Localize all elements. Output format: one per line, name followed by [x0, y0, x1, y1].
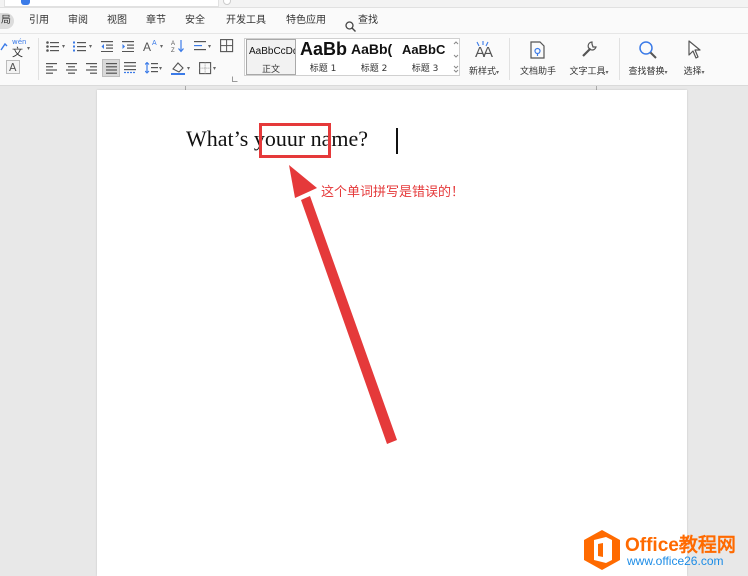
style-sample: AaBbCcDd: [249, 46, 296, 57]
line-spacing-icon[interactable]: [145, 62, 159, 74]
change-case-icon[interactable]: A A: [143, 39, 161, 53]
style-name: 正文: [261, 65, 280, 75]
title-bar: [0, 0, 748, 8]
align-center-icon[interactable]: [66, 63, 78, 74]
new-style-icon: A A: [475, 41, 493, 60]
menu-developer[interactable]: 开发工具: [226, 13, 266, 29]
sort-icon[interactable]: A Z: [171, 39, 185, 53]
cursor-arrow-icon: [688, 40, 701, 59]
magnifier-icon: [639, 41, 657, 59]
find-replace-button[interactable]: 查找替换▾: [624, 38, 672, 78]
text-before: What’s: [186, 126, 254, 151]
table-insert-icon[interactable]: [220, 39, 234, 53]
svg-text:A: A: [143, 40, 151, 53]
svg-text:Z: Z: [171, 48, 175, 53]
style-name: 标题 2: [360, 64, 388, 74]
font-color-button[interactable]: A: [6, 60, 20, 74]
clear-format-icon[interactable]: [0, 42, 8, 52]
style-name: 标题 3: [411, 64, 439, 74]
doc-assistant-label: 文档助手: [519, 67, 556, 77]
svg-text:A: A: [483, 44, 493, 60]
font-color-letter: A: [9, 61, 17, 74]
separator: [509, 38, 510, 80]
svg-text:A: A: [152, 40, 157, 47]
document-tab-icon: [21, 0, 30, 5]
logo-brand: Office教程网: [625, 530, 736, 557]
decrease-indent-icon[interactable]: [101, 41, 114, 52]
menu-chapter[interactable]: 章节: [146, 13, 166, 29]
style-heading-3[interactable]: AaBbC 标题 3: [400, 39, 450, 75]
align-justify-icon: [106, 63, 117, 74]
style-sample: AaBbC: [402, 42, 446, 57]
document-page[interactable]: [97, 90, 687, 576]
text-caret: [396, 128, 398, 154]
borders-icon[interactable]: [199, 62, 212, 75]
annotation-text: 这个单词拼写是错误的！: [321, 185, 465, 200]
styles-gallery: AaBbCcDd 正文 AaBb 标题 1 AaBb( 标题 2 AaBbC 标…: [244, 38, 460, 76]
numbered-list-icon[interactable]: [73, 41, 89, 52]
chevron-down-icon[interactable]: ▾: [89, 43, 92, 50]
menu-security[interactable]: 安全: [185, 13, 205, 29]
separator: [38, 38, 39, 80]
logo-brand-en: Office: [625, 535, 679, 556]
chevron-down-icon[interactable]: ▾: [62, 43, 65, 50]
text-tools-button[interactable]: 文字工具▾: [563, 38, 615, 78]
new-style-button[interactable]: A A 新样式▾: [463, 38, 505, 78]
paragraph-dialog-icon[interactable]: [232, 76, 238, 82]
menu-search[interactable]: 查找: [358, 13, 378, 29]
office-logo-icon: [584, 530, 620, 570]
text-tools-label: 文字工具▾: [569, 67, 609, 77]
align-left-icon[interactable]: [46, 63, 58, 74]
style-heading-2[interactable]: AaBb( 标题 2: [349, 39, 399, 75]
style-name: 标题 1: [309, 64, 337, 74]
phonetic-char: 文: [12, 46, 23, 59]
chevron-down-icon[interactable]: ▾: [208, 43, 211, 50]
document-tab[interactable]: [4, 0, 219, 7]
menu-layout[interactable]: 局: [0, 13, 14, 29]
shading-icon[interactable]: [171, 61, 187, 75]
menu-special[interactable]: 特色应用: [286, 13, 326, 29]
separator: [619, 38, 620, 80]
search-icon[interactable]: [345, 21, 356, 32]
select-button[interactable]: 选择▾: [676, 38, 712, 78]
bullet-list-icon[interactable]: [46, 41, 62, 52]
new-tab-button[interactable]: [223, 0, 231, 5]
paragraph-spacing-icon[interactable]: [194, 41, 208, 52]
chevron-down-icon[interactable]: ▾: [213, 65, 216, 72]
annotation-highlight-box: [259, 123, 331, 158]
doc-assistant-button[interactable]: 文档助手: [516, 38, 560, 78]
phonetic-guide-button[interactable]: wén 文 ▾: [11, 38, 33, 59]
style-normal[interactable]: AaBbCcDd 正文: [246, 39, 296, 75]
style-sample: AaBb(: [351, 41, 393, 57]
menu-review[interactable]: 审阅: [68, 13, 88, 29]
logo-brand-cn: 教程网: [678, 535, 736, 556]
menu-references[interactable]: 引用: [29, 13, 49, 29]
style-sample: AaBb: [300, 39, 348, 59]
chevron-down-icon[interactable]: ▾: [187, 65, 190, 72]
wrench-icon: [582, 41, 597, 57]
style-heading-1[interactable]: AaBb 标题 1: [298, 39, 348, 75]
distributed-align-icon[interactable]: [124, 62, 137, 74]
svg-text:A: A: [171, 41, 175, 47]
logo-url: www.office26.com: [627, 554, 724, 568]
new-style-label: 新样式▾: [468, 67, 500, 77]
menu-view[interactable]: 视图: [107, 13, 127, 29]
menu-bar: 局 引用 审阅 视图 章节 安全 开发工具 特色应用 查找: [0, 8, 748, 34]
find-replace-label: 查找替换▾: [628, 67, 668, 77]
styles-scroll[interactable]: [453, 40, 459, 74]
increase-indent-icon[interactable]: [122, 41, 135, 52]
align-right-icon[interactable]: [86, 63, 98, 74]
doc-assistant-icon: [530, 41, 545, 59]
chevron-down-icon[interactable]: ▾: [160, 43, 163, 50]
chevron-down-icon: ▾: [27, 45, 31, 52]
justify-button[interactable]: [102, 59, 120, 77]
chevron-down-icon[interactable]: ▾: [159, 65, 162, 72]
select-label: 选择▾: [683, 67, 705, 77]
